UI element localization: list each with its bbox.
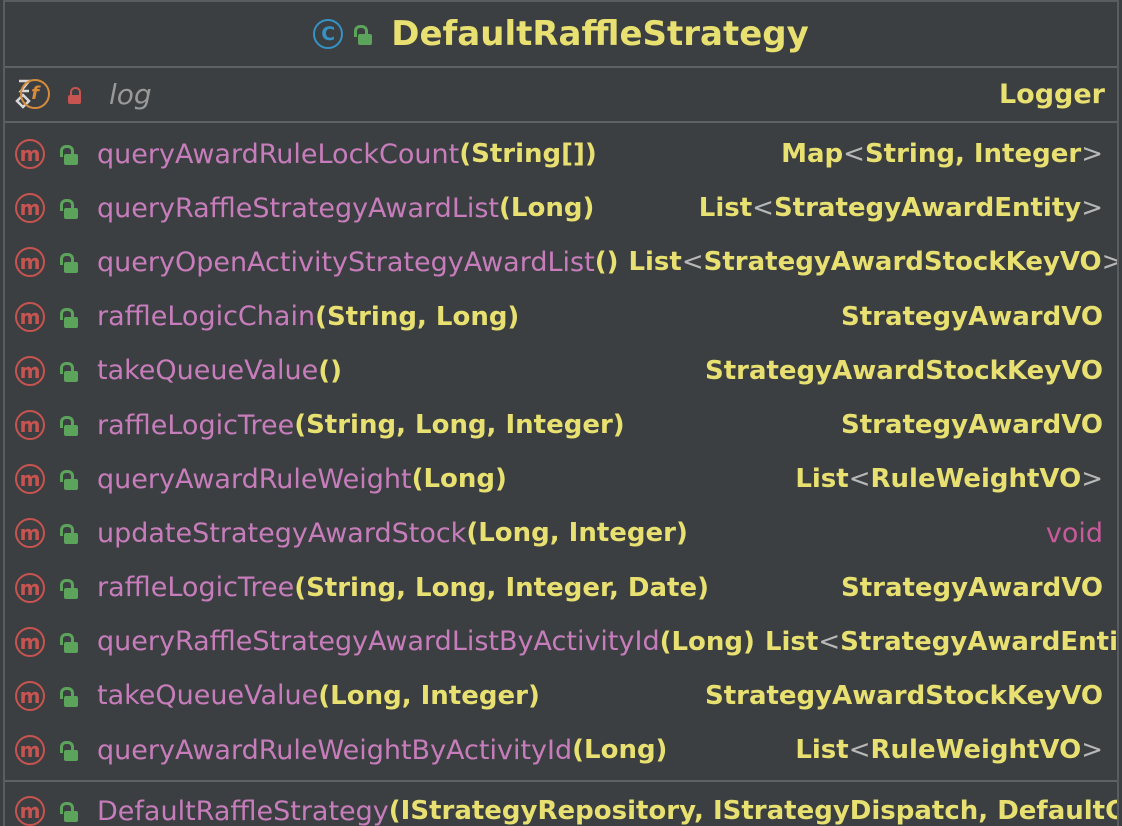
- method-name: queryAwardRuleWeightByActivityId: [97, 734, 573, 766]
- public-lock-icon: [57, 306, 79, 328]
- public-lock-icon: [57, 800, 79, 823]
- method-row[interactable]: m raffleLogicTree (String, Long, Integer, …: [5, 561, 1117, 615]
- return-type: List<StrategyAwardEntity>: [764, 626, 1119, 657]
- return-type: List<StrategyAwardStockKeyVO>: [628, 247, 1117, 278]
- return-type: void: [1045, 517, 1103, 549]
- method-name: queryOpenActivityStrategyAwardList: [97, 246, 595, 278]
- method-icon: m: [15, 139, 45, 170]
- method-list: m queryAwardRuleLockCount (String[]) Map<St…: [5, 123, 1117, 777]
- method-row[interactable]: m queryRaffleStrategyAwardList (Long) List<…: [5, 181, 1117, 235]
- method-params: (Long, Integer): [466, 518, 688, 549]
- method-params: (String, Long): [315, 301, 520, 332]
- method-name: queryAwardRuleLockCount: [97, 138, 460, 170]
- method-row[interactable]: m raffleLogicTree (String, Long, Integer) S…: [5, 398, 1117, 452]
- constructor-name: DefaultRaffleStrategy: [97, 795, 389, 826]
- public-lock-icon: [57, 468, 79, 491]
- constructor-row[interactable]: m DefaultRaffleStrategy (IStrategyReposi…: [5, 782, 1117, 826]
- method-params: (Long, Integer): [318, 680, 540, 711]
- class-icon: C: [313, 19, 344, 49]
- method-row[interactable]: m queryAwardRuleLockCount (String[]) Map<St…: [5, 127, 1117, 181]
- method-icon: m: [15, 355, 45, 386]
- public-lock-icon: [57, 360, 79, 382]
- method-params: (Long): [572, 735, 668, 766]
- method-icon: m: [15, 410, 45, 441]
- method-params: (Long): [499, 193, 595, 224]
- method-icon: m: [15, 680, 45, 711]
- return-type: StrategyAwardVO: [840, 572, 1103, 603]
- method-row[interactable]: m queryAwardRuleWeight (Long) List<RuleWeig…: [5, 452, 1117, 506]
- public-lock-icon: [57, 197, 79, 220]
- public-lock-icon: [57, 414, 79, 437]
- method-name: raffleLogicTree: [97, 409, 295, 441]
- static-field-icon: f: [15, 77, 51, 113]
- method-name: takeQueueValue: [97, 355, 319, 387]
- method-name: updateStrategyAwardStock: [97, 517, 467, 549]
- uml-class-panel: C DefaultRaffleStrategy f log Logger m qu…: [3, 0, 1119, 826]
- method-name: raffleLogicTree: [97, 572, 295, 604]
- method-params: (): [318, 355, 343, 386]
- method-icon: m: [15, 464, 45, 495]
- method-icon: m: [15, 301, 45, 332]
- method-icon: m: [15, 518, 45, 549]
- return-type: List<StrategyAwardEntity>: [698, 193, 1103, 224]
- method-icon: m: [15, 572, 45, 603]
- method-name: queryRaffleStrategyAwardList: [97, 192, 500, 224]
- method-params: (String, Long, Integer): [294, 410, 625, 441]
- method-name: raffleLogicChain: [97, 301, 316, 333]
- public-lock-icon: [57, 685, 79, 707]
- method-row[interactable]: m updateStrategyAwardStock (Long, Integer)…: [5, 506, 1117, 560]
- method-icon: m: [15, 247, 45, 278]
- class-header[interactable]: C DefaultRaffleStrategy: [5, 0, 1117, 68]
- method-params: (): [594, 247, 619, 278]
- private-lock-icon: [65, 84, 85, 106]
- method-row[interactable]: m raffleLogicChain (String, Long) StrategyA…: [5, 290, 1117, 344]
- public-lock-icon: [351, 23, 373, 45]
- public-lock-icon: [57, 251, 79, 274]
- method-name: takeQueueValue: [97, 680, 319, 712]
- return-type: StrategyAwardVO: [840, 301, 1103, 332]
- field-row-log[interactable]: f log Logger: [5, 68, 1117, 123]
- method-params: (String, Long, Integer, Date): [294, 572, 709, 603]
- method-icon: m: [15, 796, 45, 826]
- return-type: StrategyAwardStockKeyVO: [704, 680, 1103, 711]
- method-params: (String[]): [459, 139, 597, 170]
- method-icon: m: [15, 735, 45, 766]
- constructor-params: (IStrategyRepository, IStrategyDispatch,…: [388, 796, 1117, 826]
- method-name: queryRaffleStrategyAwardListByActivityId: [97, 626, 660, 658]
- return-type: List<RuleWeightVO>: [795, 735, 1103, 766]
- field-type: Logger: [998, 79, 1105, 110]
- method-name: queryAwardRuleWeight: [97, 463, 412, 495]
- method-row[interactable]: m queryOpenActivityStrategyAwardList() Lis…: [5, 235, 1117, 289]
- public-lock-icon: [57, 577, 79, 599]
- public-lock-icon: [57, 143, 79, 166]
- method-params: (Long): [411, 464, 507, 495]
- return-type: List<RuleWeightVO>: [795, 464, 1103, 495]
- method-params: (Long): [659, 626, 755, 657]
- method-icon: m: [15, 626, 45, 657]
- method-row[interactable]: m queryRaffleStrategyAwardListByActivityI…: [5, 615, 1117, 669]
- public-lock-icon: [57, 522, 79, 545]
- public-lock-icon: [57, 739, 79, 762]
- method-icon: m: [15, 193, 45, 224]
- return-type: StrategyAwardStockKeyVO: [704, 355, 1103, 386]
- public-lock-icon: [57, 631, 79, 653]
- return-type: Map<String, Integer>: [781, 139, 1103, 170]
- method-row[interactable]: m queryAwardRuleWeightByActivityId (Long) L…: [5, 723, 1117, 777]
- return-type: StrategyAwardVO: [840, 410, 1103, 441]
- field-name: log: [109, 78, 152, 111]
- method-row[interactable]: m takeQueueValue() StrategyAwardStockKeyVO: [5, 344, 1117, 398]
- method-row[interactable]: m takeQueueValue (Long, Integer) StrategyAw…: [5, 669, 1117, 723]
- class-title: DefaultRaffleStrategy: [391, 14, 809, 54]
